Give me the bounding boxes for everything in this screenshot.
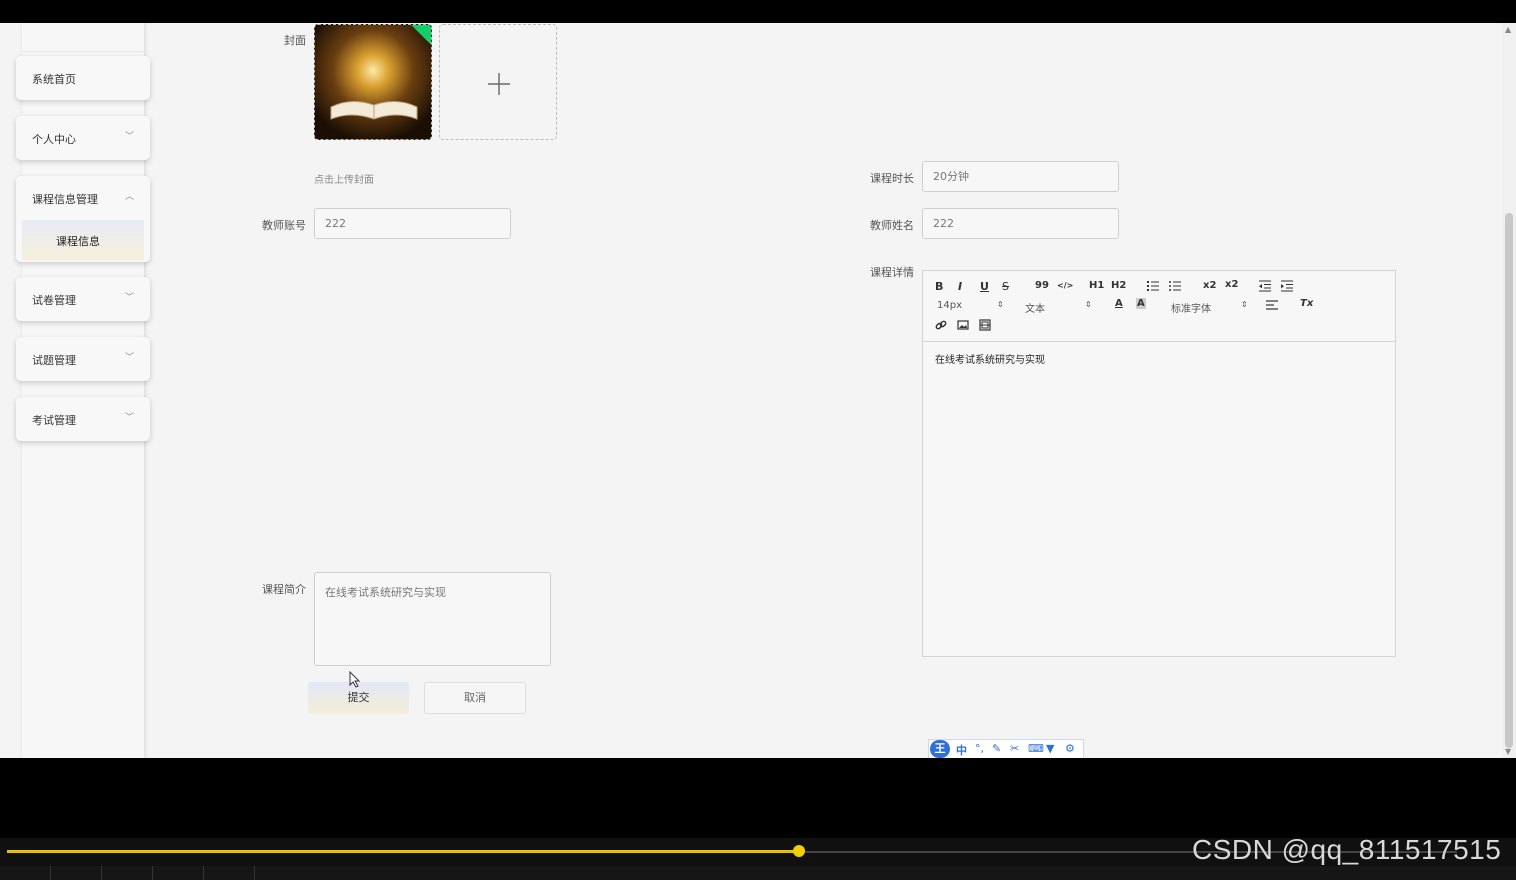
sidebar-item-label: 系统首页 [32,73,76,86]
ordered-list-icon[interactable] [1147,280,1159,292]
strike-button[interactable]: S [1002,280,1009,293]
scroll-down-icon[interactable]: ▼ [1505,747,1511,756]
duration-label: 课程时长 [870,172,914,185]
rich-text-editor[interactable]: B I U S 99 </> H1 H2 x2 x2 14px ⇕ 文本 ⇕ A… [922,270,1396,657]
cover-image[interactable] [314,24,432,140]
font-family-value: 标准字体 [1171,304,1211,315]
image-icon[interactable] [957,319,969,331]
align-left-icon[interactable] [1266,300,1278,311]
cancel-button[interactable]: 取消 [424,682,526,714]
bold-button[interactable]: B [935,280,943,293]
font-family-select[interactable]: 标准字体 ⇕ [1171,300,1248,315]
header1-button[interactable]: H1 [1089,280,1104,291]
ime-toolbar[interactable]: 王 中 °, ✎ ✂ ⌨ ▼ ⚙ [928,739,1084,758]
video-icon[interactable] [979,319,991,331]
mouse-cursor-icon [349,671,361,688]
font-color-icon[interactable]: A [1115,298,1123,309]
subscript-button[interactable]: x2 [1203,280,1216,291]
course-intro-textarea[interactable] [314,572,551,666]
watermark: CSDN @qq_811517515 [1192,834,1502,865]
ime-logo-icon: 王 [930,740,950,758]
sidebar-item-label: 课程信息管理 [32,193,98,206]
chevron-down-icon: ﹀ [124,413,134,423]
scroll-up-icon[interactable]: ▲ [1505,25,1511,34]
italic-button[interactable]: I [958,280,962,293]
chevron-up-icon: ︿ [124,192,134,202]
cover-label: 封面 [284,34,306,47]
cover-upload-hint: 点击上传封面 [314,175,374,186]
gear-icon[interactable]: ⚙ [1065,742,1075,755]
scrollbar-thumb[interactable] [1505,213,1513,748]
upload-success-ribbon [411,25,431,45]
teacher-name-label: 教师姓名 [870,219,914,232]
sidebar-item-exam-management[interactable]: 考试管理 ﹀ [16,397,150,441]
progress-knob[interactable] [793,845,805,857]
sidebar-item-label: 试题管理 [32,354,76,367]
teacher-name-input[interactable]: 222 [922,208,1119,239]
vertical-scrollbar[interactable]: ▲ ▼ [1502,23,1516,758]
bullet-list-icon[interactable] [1169,280,1181,292]
scissors-icon[interactable]: ✂ [1010,742,1019,755]
book-illustration [330,101,418,120]
cover-upload-button[interactable] [439,24,557,140]
sidebar-item-label: 试卷管理 [32,294,76,307]
code-block-button[interactable]: </> [1057,281,1073,290]
sidebar-item-label: 个人中心 [32,133,76,146]
link-icon[interactable] [935,319,947,331]
sidebar-item-paper-management[interactable]: 试卷管理 ﹀ [16,277,150,321]
plus-icon [488,73,510,95]
progress-played [7,850,799,853]
editor-content[interactable]: 在线考试系统研究与实现 [935,351,1045,366]
pen-icon[interactable]: ✎ [992,742,1001,755]
skin-icon[interactable]: ▼ [1046,742,1054,755]
select-arrows-icon: ⇕ [997,300,1004,309]
chevron-down-icon: ﹀ [124,293,134,303]
sidebar-item-home[interactable]: 系统首页 [16,56,150,100]
sidebar-item-question-management[interactable]: 试题管理 ﹀ [16,337,150,381]
sidebar-divider [22,51,144,52]
underline-button[interactable]: U [980,280,989,293]
indent-icon[interactable] [1281,280,1293,292]
superscript-button[interactable]: x2 [1225,279,1238,290]
editor-toolbar: B I U S 99 </> H1 H2 x2 x2 14px ⇕ 文本 ⇕ A… [923,271,1395,342]
punctuation-icon[interactable]: °, [975,742,984,755]
select-arrows-icon: ⇕ [1085,300,1092,309]
clear-format-button[interactable]: Tx [1300,298,1313,309]
sidebar-item-label: 考试管理 [32,414,76,427]
sidebar-item-personal-center[interactable]: 个人中心 ﹀ [16,116,150,160]
format-value: 文本 [1025,304,1045,315]
sidebar-subitem-course-info[interactable]: 课程信息 [22,220,144,260]
teacher-account-label: 教师账号 [262,219,306,232]
font-size-select[interactable]: 14px ⇕ [937,300,1004,311]
app-window: 系统首页 个人中心 ﹀ 课程信息管理 ︿ 课程信息 试卷管理 ﹀ 试题管理 ﹀ … [0,23,1516,758]
background-color-icon[interactable]: A [1136,298,1146,309]
duration-input[interactable]: 20分钟 [922,161,1119,192]
video-bottom-strip [0,866,1516,880]
format-select[interactable]: 文本 ⇕ [1025,300,1092,315]
sidebar-item-course-management[interactable]: 课程信息管理 ︿ 课程信息 [16,176,150,262]
select-arrows-icon: ⇕ [1241,300,1248,309]
outdent-icon[interactable] [1259,280,1271,292]
sidebar-subitem-label: 课程信息 [56,235,100,248]
quote-button[interactable]: 99 [1035,280,1049,291]
teacher-account-input[interactable]: 222 [314,208,511,239]
chevron-down-icon: ﹀ [124,132,134,142]
font-size-value: 14px [937,300,962,311]
keyboard-icon[interactable]: ⌨ [1028,742,1044,755]
course-intro-label: 课程简介 [262,583,306,596]
course-detail-label: 课程详情 [870,266,914,279]
header2-button[interactable]: H2 [1111,280,1126,291]
ime-language-toggle[interactable]: 中 [956,742,967,758]
chevron-down-icon: ﹀ [124,353,134,363]
